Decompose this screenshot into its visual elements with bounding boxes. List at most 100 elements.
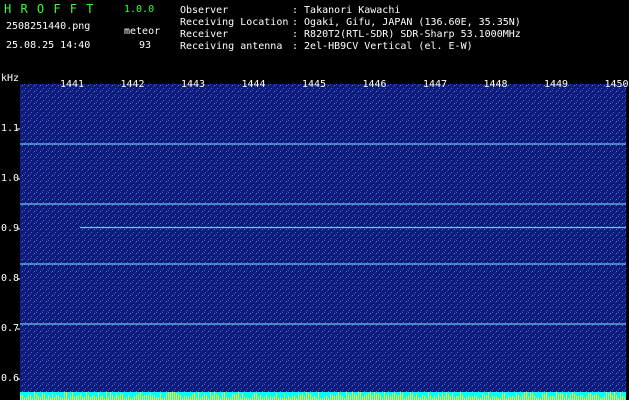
signal-spike — [364, 395, 365, 400]
signal-spike — [528, 396, 529, 400]
signal-spike — [318, 392, 319, 400]
signal-spike — [202, 396, 203, 400]
signal-spike — [110, 392, 111, 400]
signal-spike — [70, 395, 71, 400]
signal-spike — [434, 396, 435, 400]
signal-spike — [560, 393, 561, 400]
signal-spike — [458, 396, 459, 400]
signal-spike — [616, 395, 617, 400]
signal-spike — [170, 392, 171, 400]
x-tick-label: 1444 — [241, 79, 266, 90]
signal-spike — [284, 394, 285, 400]
signal-spike — [448, 394, 449, 400]
signal-spike — [614, 392, 615, 400]
signal-spike — [546, 392, 547, 400]
signal-spike — [302, 393, 303, 400]
signal-spike — [210, 392, 211, 400]
signal-spike — [352, 392, 353, 400]
signal-spike — [266, 395, 267, 400]
signal-spike — [310, 394, 311, 400]
y-tick-label: 0.9 — [1, 223, 20, 234]
signal-spike — [254, 393, 255, 400]
y-tick-label: 0.8 — [1, 273, 20, 284]
signal-spike — [36, 394, 37, 400]
file-name: 2508251440.png — [6, 21, 91, 32]
signal-spike — [390, 396, 391, 400]
signal-spike — [122, 394, 123, 400]
signal-spike — [370, 392, 371, 400]
signal-spike — [526, 392, 527, 400]
signal-spike — [304, 396, 305, 400]
x-tick-label: 1448 — [483, 79, 508, 90]
signal-spike — [384, 392, 385, 400]
signal-spike — [396, 395, 397, 400]
signal-spike — [38, 396, 39, 400]
signal-spike — [570, 394, 571, 400]
signal-spike — [76, 396, 77, 400]
signal-spike — [374, 392, 375, 400]
signal-spike — [292, 395, 293, 400]
signal-spike — [388, 394, 389, 400]
signal-spike — [424, 396, 425, 400]
signal-spike — [488, 392, 489, 400]
signal-spike — [106, 392, 107, 400]
observer-value: : Takanori Kawachi — [292, 5, 401, 16]
signal-spike — [586, 396, 587, 400]
signal-spike — [444, 396, 445, 400]
signal-spike — [172, 392, 173, 400]
signal-spike — [484, 395, 485, 400]
x-tick-label: 1442 — [120, 79, 145, 90]
signal-spike — [98, 393, 99, 400]
signal-spike — [580, 395, 581, 400]
signal-spike — [366, 394, 367, 400]
signal-spike — [446, 392, 447, 400]
signal-spike — [204, 394, 205, 400]
signal-spike — [620, 392, 621, 400]
signal-spike — [118, 396, 119, 400]
signal-spike — [530, 392, 531, 400]
signal-spike — [326, 396, 327, 400]
signal-spike — [604, 396, 605, 400]
signal-spike — [590, 393, 591, 400]
signal-spike — [442, 393, 443, 400]
signal-spike — [178, 394, 179, 400]
signal-spike — [354, 394, 355, 400]
signal-spike — [198, 392, 199, 400]
signal-spike — [336, 395, 337, 400]
signal-spike — [456, 396, 457, 400]
signal-spike — [376, 394, 377, 400]
signal-spike — [308, 393, 309, 400]
signal-spike — [166, 393, 167, 400]
signal-spike — [48, 395, 49, 400]
signal-spike — [186, 396, 187, 400]
signal-spike — [362, 396, 363, 400]
signal-spike — [152, 395, 153, 400]
signal-spike — [102, 396, 103, 400]
signal-spike — [276, 393, 277, 400]
signal-spike — [542, 393, 543, 400]
signal-spike — [242, 393, 243, 400]
x-tick-label: 1447 — [423, 79, 448, 90]
y-axis-unit: kHz — [1, 73, 20, 84]
receiver-label: Receiver — [180, 29, 229, 40]
signal-spike — [508, 395, 509, 400]
signal-spike — [78, 395, 79, 400]
signal-spike — [556, 392, 557, 400]
signal-spike — [544, 394, 545, 400]
signal-spike — [146, 395, 147, 400]
signal-spike — [174, 392, 175, 400]
signal-spike — [504, 393, 505, 400]
signal-spike — [598, 396, 599, 400]
signal-spike — [100, 396, 101, 400]
signal-spike — [252, 395, 253, 400]
signal-spike — [496, 396, 497, 400]
signal-spike — [294, 396, 295, 400]
app-version: 1.0.0 — [124, 4, 155, 15]
signal-spike — [400, 392, 401, 400]
signal-spike — [58, 395, 59, 400]
signal-spike — [610, 392, 611, 400]
signal-spike — [232, 394, 233, 400]
signal-spike — [66, 392, 67, 400]
signal-spike — [72, 392, 73, 400]
signal-spike — [612, 395, 613, 400]
